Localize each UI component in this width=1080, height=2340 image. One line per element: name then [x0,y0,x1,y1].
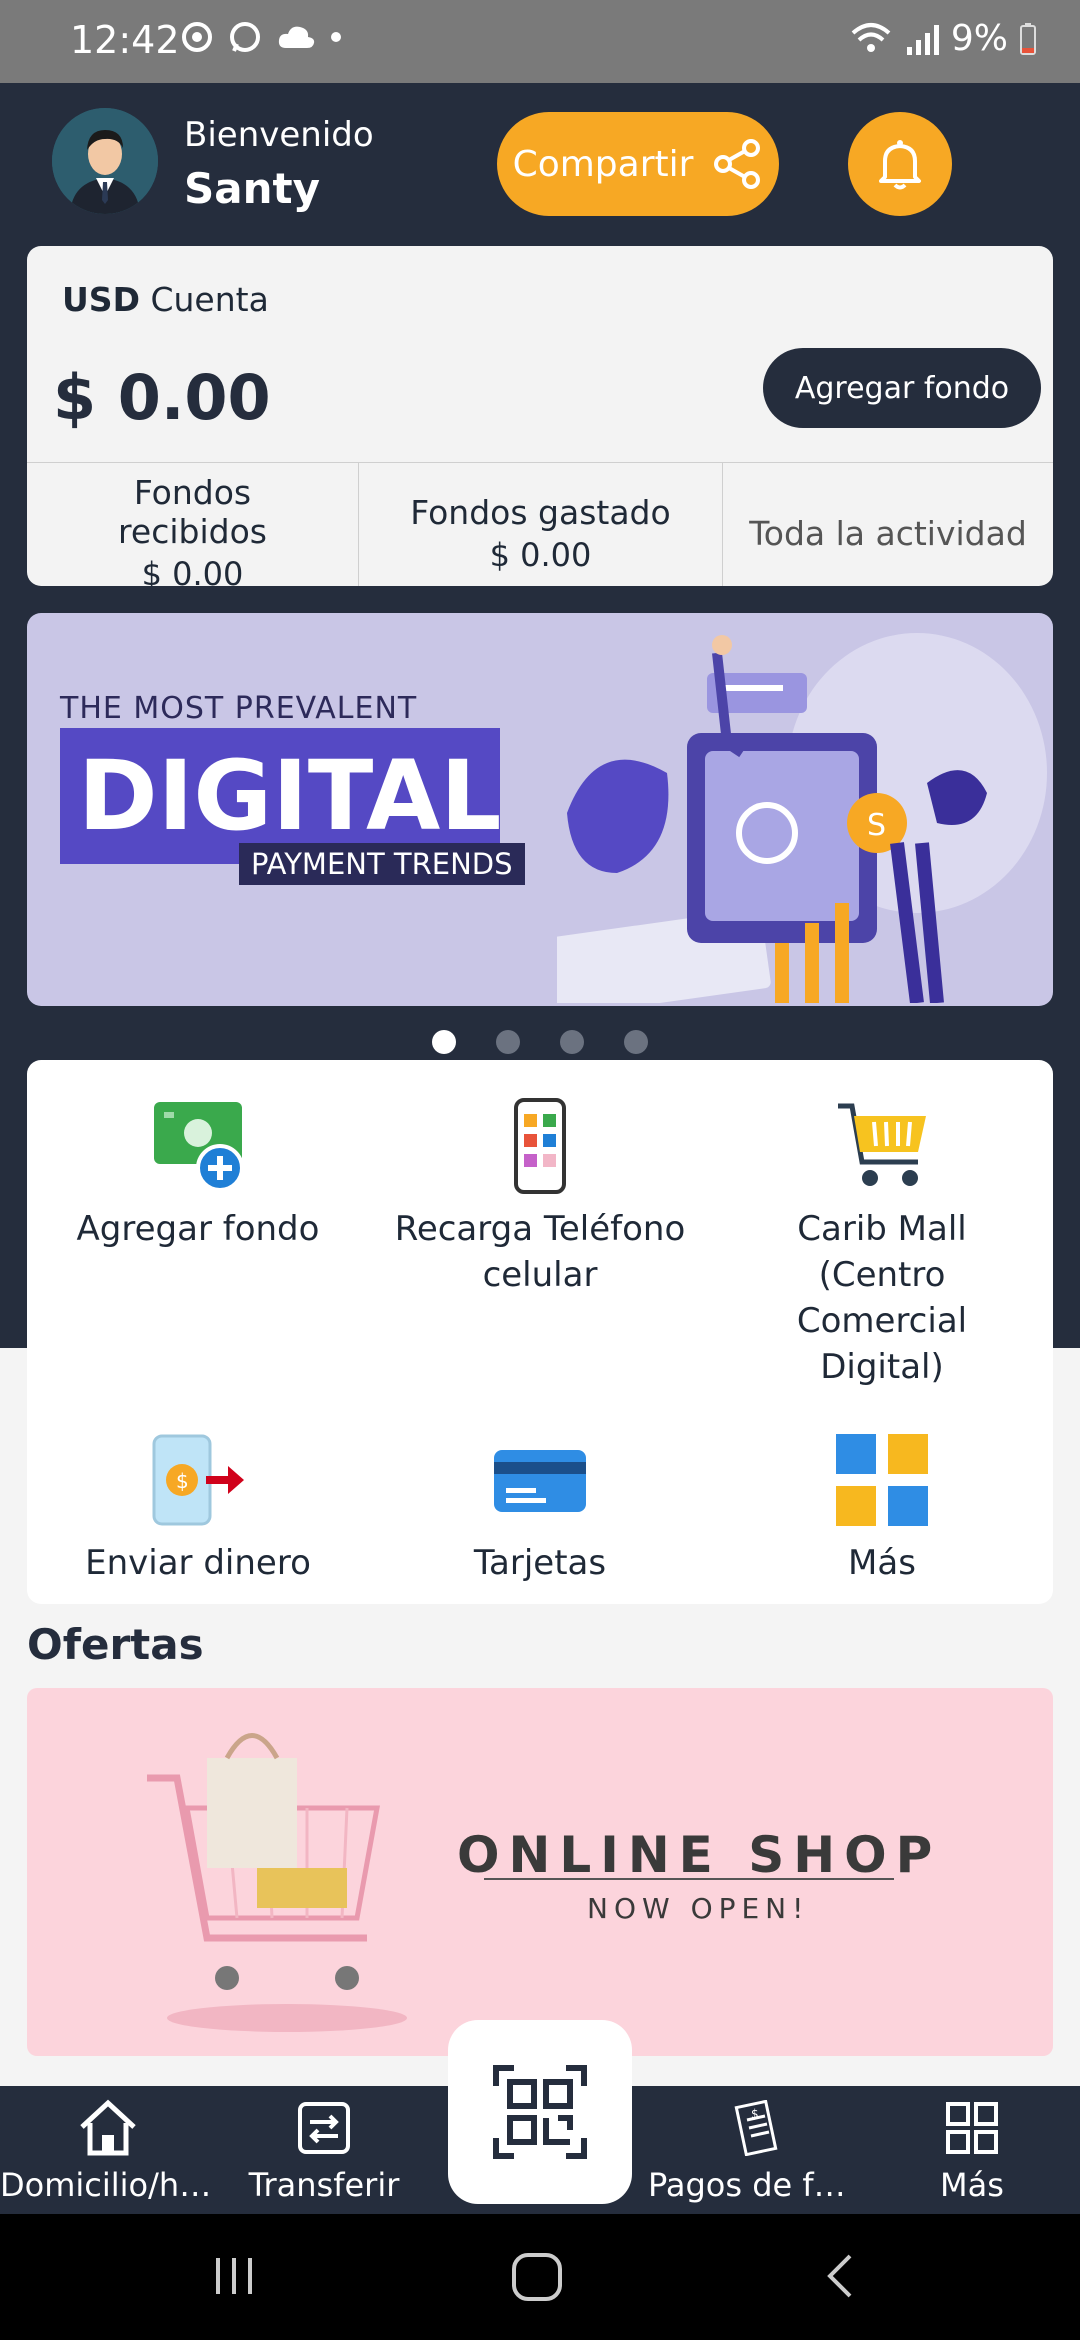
add-fund-icon [154,1102,244,1192]
service-label: Agregar fondo [76,1209,320,1249]
status-time: 12:42 [70,18,180,62]
signal-icon [906,24,939,55]
share-label: Compartir [512,143,694,185]
service-label: Tarjetas [473,1543,607,1583]
svg-text:$: $ [176,1469,189,1493]
home-button-icon[interactable] [510,2252,566,2302]
whatsapp-icon [230,22,260,52]
qr-scan-button[interactable] [448,2020,632,2204]
avatar[interactable] [52,108,158,214]
notifications-button[interactable] [848,112,952,216]
stat-value: $ 0.00 [489,535,592,574]
cloud-icon [278,26,315,48]
nav-label: Más [940,2166,1004,2204]
dot-icon [331,32,341,42]
stat-label: Toda la actividad [749,513,1027,553]
battery-percent: 9% [950,18,1008,59]
share-icon [714,139,761,189]
stat-label: Fondos gastado [410,492,671,532]
promo-banner[interactable]: THE MOST PREVALENT DIGITAL PAYMENT TREND… [27,613,1053,1006]
nav-label: Pagos de fá… [648,2166,864,2204]
account-balance: $ 0.00 [53,361,271,434]
nav-bill-payments[interactable]: $ Pagos de fá… [648,2096,864,2204]
status-right: 9% [851,18,1038,59]
user-avatar-icon [52,108,158,214]
service-label: Carib Mall (Centro Comercial Digital) [796,1209,968,1387]
service-label: Enviar dinero [85,1543,311,1583]
welcome-text: Bienvenido [184,115,374,155]
service-cards[interactable]: Tarjetas [369,1430,711,1586]
svg-text:S: S [867,808,886,843]
system-nav-bar [0,2214,1080,2340]
qr-code-icon [493,2065,587,2159]
stat-all-activity[interactable]: Toda la actividad [723,463,1053,586]
account-card: USD Cuenta $ 0.00 Agregar fondo Fondos r… [27,246,1053,586]
digital-payment-illustration: S [557,633,1047,1003]
promo-line1: THE MOST PREVALENT [60,691,418,726]
stat-value: $ 0.00 [141,555,244,586]
svg-text:$: $ [751,2107,759,2121]
bill-icon: $ [734,2100,778,2156]
account-label-text: Cuenta [150,280,269,319]
service-add-fund[interactable]: Agregar fondo [27,1096,369,1252]
service-phone-recharge[interactable]: Recarga Teléfono celular [369,1096,711,1298]
offers-title: Ofertas [27,1620,204,1669]
offer-divider [484,1878,894,1880]
carousel-dot[interactable] [560,1030,584,1054]
carousel-dots [0,1030,1080,1054]
account-stats: Fondos recibidos $ 0.00 Fondos gastado $… [27,462,1053,586]
service-send-money[interactable]: $ Enviar dinero [27,1430,369,1586]
back-icon[interactable] [820,2252,860,2300]
send-money-icon: $ [152,1434,244,1526]
carousel-dot[interactable] [496,1030,520,1054]
home-icon [80,2099,136,2156]
offer-banner[interactable]: ONLINE SHOP NOW OPEN! [27,1688,1053,2056]
service-more[interactable]: Más [711,1430,1053,1586]
account-currency: USD [62,280,140,319]
stat-funds-received[interactable]: Fondos recibidos $ 0.00 [27,463,359,586]
bell-icon [879,140,921,190]
services-grid: Agregar fondo Recarga Teléfono celular C… [27,1060,1053,1604]
offer-title: ONLINE SHOP [457,1826,942,1884]
carousel-dot[interactable] [432,1030,456,1054]
wifi-icon [851,22,891,52]
transfer-icon [298,2102,350,2154]
nav-transfer[interactable]: Transferir [216,2096,432,2204]
offer-subtitle: NOW OPEN! [587,1892,810,1925]
account-label: USD Cuenta [62,280,269,319]
sync-icon [182,22,212,52]
nav-label: Domicilio/ho… [0,2166,216,2204]
battery-icon [1020,22,1036,55]
status-bar: 12:42 9% [0,0,1080,83]
add-fund-button[interactable]: Agregar fondo [763,348,1041,428]
recent-apps-icon[interactable] [210,2252,258,2300]
notification-icons [180,20,342,54]
grid-icon [946,2102,998,2154]
carousel-dot[interactable] [624,1030,648,1054]
nav-label: Transferir [248,2166,400,2204]
shopping-cart-photo [147,1733,407,2032]
service-carib-mall[interactable]: Carib Mall (Centro Comercial Digital) [711,1096,1053,1390]
user-name: Santy [184,164,320,213]
promo-line3: PAYMENT TRENDS [239,843,525,885]
service-label: Recarga Teléfono celular [394,1209,686,1295]
service-label: Más [848,1543,916,1583]
nav-home[interactable]: Domicilio/ho… [0,2096,216,2204]
share-button[interactable]: Compartir [497,112,779,216]
grid-icon [836,1434,928,1526]
stat-funds-spent[interactable]: Fondos gastado $ 0.00 [359,463,723,586]
card-icon [494,1450,586,1512]
stat-label: Fondos recibidos [118,473,267,551]
phone-recharge-icon [514,1098,566,1194]
nav-more[interactable]: Más [864,2096,1080,2204]
shopping-cart-icon [838,1103,926,1186]
